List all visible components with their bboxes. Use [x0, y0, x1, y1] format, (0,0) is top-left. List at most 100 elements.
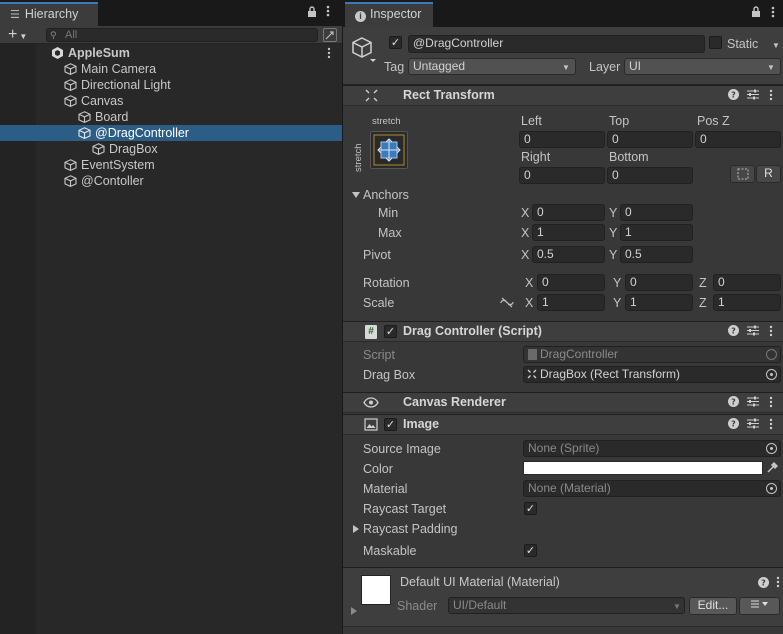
- anchor-max-y-field[interactable]: 1: [620, 224, 693, 241]
- image-header[interactable]: ✓ Image ?: [343, 414, 783, 435]
- presets-icon[interactable]: [747, 396, 759, 410]
- more-options-icon[interactable]: [327, 47, 331, 59]
- source-image-field[interactable]: None (Sprite): [523, 440, 781, 457]
- anchor-max-x-field[interactable]: 1: [532, 224, 605, 241]
- expand-arrow-icon[interactable]: [351, 607, 357, 615]
- inspector-tab[interactable]: i Inspector: [345, 2, 433, 27]
- tag-dropdown[interactable]: Untagged: [408, 58, 576, 75]
- scale-label: Scale: [363, 296, 395, 310]
- material-field[interactable]: None (Material): [523, 480, 781, 497]
- maskable-checkbox[interactable]: ✓: [524, 544, 537, 557]
- script-value: DragController: [540, 347, 619, 361]
- tree-item-directional-light[interactable]: Directional Light: [0, 77, 342, 93]
- more-options-icon[interactable]: [769, 325, 773, 340]
- list-dropdown-icon: [750, 600, 768, 608]
- lock-icon[interactable]: [307, 6, 317, 17]
- object-picker-icon[interactable]: [766, 369, 777, 380]
- x-label: X: [525, 296, 534, 310]
- canvas-renderer-header[interactable]: Canvas Renderer ?: [343, 392, 783, 413]
- rotation-z-field[interactable]: 0: [713, 274, 781, 291]
- tree-item-contoller[interactable]: @Contoller: [0, 173, 342, 189]
- tree-item-label: DragBox: [109, 142, 158, 156]
- unlinked-icon[interactable]: [500, 297, 514, 308]
- gameobject-large-icon[interactable]: [350, 35, 378, 66]
- more-options-icon[interactable]: [776, 576, 780, 591]
- more-options-icon[interactable]: [769, 418, 773, 433]
- help-icon[interactable]: ?: [728, 418, 739, 432]
- component-enabled-checkbox[interactable]: ✓: [384, 418, 397, 431]
- tree-item-label: Main Camera: [81, 62, 157, 76]
- inspector-tab-label: Inspector: [370, 7, 422, 21]
- dragbox-field[interactable]: DragBox (Rect Transform): [523, 366, 781, 383]
- search-input[interactable]: All: [46, 28, 318, 42]
- scale-z-field[interactable]: 1: [713, 294, 781, 311]
- object-picker-icon[interactable]: [766, 483, 777, 494]
- left-field[interactable]: 0: [519, 131, 605, 148]
- add-label: +: [8, 26, 18, 43]
- presets-icon[interactable]: [747, 325, 759, 339]
- anchor-min-y-field[interactable]: 0: [620, 204, 693, 221]
- posz-label: Pos Z: [697, 114, 730, 128]
- raycast-target-checkbox[interactable]: ✓: [524, 502, 537, 515]
- raw-edit-button[interactable]: R: [756, 165, 781, 183]
- presets-icon[interactable]: [747, 89, 759, 103]
- more-options-icon[interactable]: [769, 89, 773, 104]
- tree-item-label: AppleSum: [68, 46, 130, 60]
- object-picker-icon[interactable]: [766, 443, 777, 454]
- static-checkbox[interactable]: [709, 36, 722, 49]
- tree-item-main-camera[interactable]: Main Camera: [0, 61, 342, 77]
- tree-item-dragcontroller[interactable]: @DragController: [0, 125, 342, 141]
- eyedropper-icon[interactable]: [766, 461, 779, 474]
- tree-item-dragbox[interactable]: DragBox: [0, 141, 342, 157]
- shader-value: UI/Default: [453, 598, 507, 612]
- collapse-arrow-icon[interactable]: [352, 192, 360, 198]
- color-swatch[interactable]: [523, 461, 763, 475]
- chevron-down-icon[interactable]: ▼: [772, 41, 780, 50]
- add-button[interactable]: + ▼: [8, 26, 27, 45]
- raycast-padding-label[interactable]: Raycast Padding: [363, 521, 458, 537]
- right-field[interactable]: 0: [519, 167, 605, 184]
- more-options-icon[interactable]: [326, 5, 332, 19]
- blueprint-mode-button[interactable]: [730, 165, 755, 183]
- drag-controller-header[interactable]: # ✓ Drag Controller (Script) ?: [343, 321, 783, 342]
- hierarchy-tab[interactable]: ☰ Hierarchy: [0, 2, 98, 26]
- scale-y-field[interactable]: 1: [625, 294, 693, 311]
- tree-item-eventsystem[interactable]: EventSystem: [0, 157, 342, 173]
- scale-x-field[interactable]: 1: [537, 294, 605, 311]
- pivot-x-field[interactable]: 0.5: [532, 246, 605, 263]
- posz-field[interactable]: 0: [695, 131, 781, 148]
- presets-icon[interactable]: [747, 418, 759, 432]
- tree-item-canvas[interactable]: Canvas: [0, 93, 342, 109]
- anchor-preset-button[interactable]: [370, 131, 408, 169]
- material-preview[interactable]: [361, 575, 391, 605]
- rect-transform-header[interactable]: Rect Transform ?: [343, 85, 783, 106]
- more-options-icon[interactable]: [771, 6, 775, 21]
- source-image-value: None (Sprite): [528, 441, 600, 455]
- rotation-y-field[interactable]: 0: [625, 274, 693, 291]
- component-enabled-checkbox[interactable]: ✓: [384, 325, 397, 338]
- help-icon[interactable]: ?: [728, 325, 739, 339]
- script-label: Script: [363, 348, 395, 362]
- pivot-y-field[interactable]: 0.5: [620, 246, 693, 263]
- anchor-min-x-field[interactable]: 0: [532, 204, 605, 221]
- tree-item-applesum[interactable]: AppleSum: [0, 45, 342, 61]
- more-options-icon[interactable]: [769, 396, 773, 411]
- expand-arrow-icon[interactable]: [353, 525, 359, 533]
- svg-text:?: ?: [731, 91, 736, 100]
- z-label: Z: [699, 276, 707, 290]
- shader-menu-button[interactable]: [739, 597, 780, 615]
- top-field[interactable]: 0: [607, 131, 693, 148]
- canvas-renderer-title: Canvas Renderer: [403, 395, 506, 409]
- help-icon[interactable]: ?: [728, 89, 739, 103]
- tree-item-board[interactable]: Board: [0, 109, 342, 125]
- help-icon[interactable]: ?: [728, 396, 739, 410]
- rotation-x-field[interactable]: 0: [537, 274, 605, 291]
- scene-visibility-icon[interactable]: [323, 28, 337, 42]
- lock-icon[interactable]: [751, 6, 761, 20]
- bottom-field[interactable]: 0: [607, 167, 693, 184]
- layer-dropdown[interactable]: UI: [624, 58, 781, 75]
- help-icon[interactable]: ?: [758, 577, 769, 591]
- object-active-checkbox[interactable]: ✓: [389, 36, 402, 49]
- object-name-field[interactable]: @DragController: [408, 35, 705, 53]
- edit-shader-button[interactable]: Edit...: [689, 597, 737, 615]
